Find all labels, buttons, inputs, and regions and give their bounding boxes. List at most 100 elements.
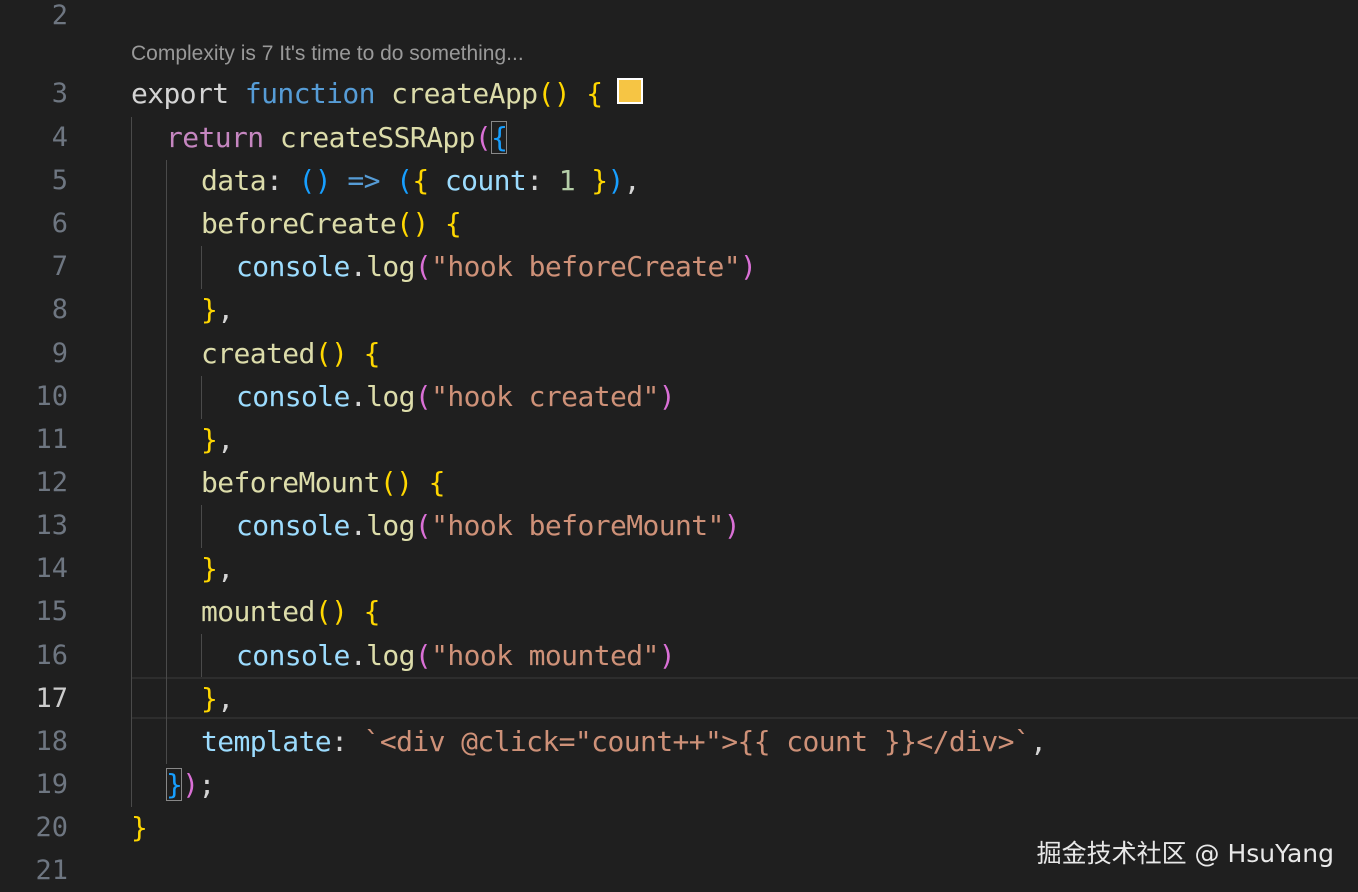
code-line[interactable]: 19 }); xyxy=(0,763,1358,806)
string-literal: "hook mounted" xyxy=(431,639,659,672)
code-line[interactable]: 4 return createSSRApp({ xyxy=(0,116,1358,159)
line-number: 6 xyxy=(51,208,68,239)
method-name: log xyxy=(366,509,415,542)
line-number-active: 17 xyxy=(35,683,68,714)
function-name: createSSRApp xyxy=(279,121,476,154)
template-string: `<div @click="count++">{{ count }}</div>… xyxy=(363,725,1031,758)
color-swatch-decorator[interactable] xyxy=(616,78,643,104)
code-text: }); xyxy=(166,763,215,806)
code-line[interactable]: 13 console.log("hook beforeMount") xyxy=(0,504,1358,547)
comma: , xyxy=(217,423,234,456)
code-text: created() { xyxy=(201,332,380,375)
number-literal: 1 xyxy=(558,164,576,197)
function-name: createApp xyxy=(391,77,538,110)
comma: , xyxy=(623,164,641,197)
code-line[interactable]: 7 console.log("hook beforeCreate") xyxy=(0,245,1358,288)
property-name: count xyxy=(444,164,527,197)
method-name: log xyxy=(366,639,415,672)
code-text: beforeCreate() { xyxy=(201,202,462,245)
code-line[interactable]: 11 }, xyxy=(0,418,1358,461)
code-text: template: `<div @click="count++">{{ coun… xyxy=(201,720,1047,763)
string-literal: "hook beforeCreate" xyxy=(431,250,741,283)
code-line[interactable]: 16 console.log("hook mounted") xyxy=(0,634,1358,677)
line-number: 20 xyxy=(35,812,68,843)
brace: } xyxy=(591,164,608,197)
comma: , xyxy=(217,682,234,715)
paren: ) xyxy=(740,250,757,283)
brace: } xyxy=(131,811,148,844)
line-number: 14 xyxy=(35,553,68,584)
colon: : xyxy=(526,164,559,197)
dot: . xyxy=(349,639,367,672)
property-name: data xyxy=(201,164,267,197)
paren: () xyxy=(298,164,332,197)
method-name: log xyxy=(366,380,415,413)
line-number: 9 xyxy=(51,338,68,369)
brace: { xyxy=(363,337,381,370)
comma: , xyxy=(1030,725,1047,758)
code-line[interactable]: 5 data: () => ({ count: 1 }), xyxy=(0,159,1358,202)
paren: ) xyxy=(607,164,625,197)
property-name: template xyxy=(201,725,332,758)
code-line[interactable]: 8 }, xyxy=(0,288,1358,331)
method-name: mounted xyxy=(201,595,315,628)
line-number: 21 xyxy=(35,855,68,886)
code-text: export function createApp() { xyxy=(131,72,643,115)
paren: ) xyxy=(658,380,676,413)
line-number: 11 xyxy=(35,424,68,455)
code-text: } xyxy=(131,806,148,849)
brace: } xyxy=(201,682,218,715)
line-number: 16 xyxy=(35,640,68,671)
code-line[interactable]: 6 beforeCreate() { xyxy=(0,202,1358,245)
brace: { xyxy=(412,164,429,197)
identifier: console xyxy=(236,250,350,283)
brace: } xyxy=(201,423,218,456)
code-line[interactable]: 15 mounted() { xyxy=(0,590,1358,633)
paren: () xyxy=(396,207,429,240)
paren: ) xyxy=(723,509,741,542)
paren: () xyxy=(537,77,570,110)
code-text: }, xyxy=(201,418,234,461)
code-editor[interactable]: Complexity is 7 It's time to do somethin… xyxy=(0,0,1358,892)
keyword-function: function xyxy=(244,77,376,110)
code-line-active[interactable]: 17 }, xyxy=(0,677,1358,720)
line-number: 15 xyxy=(35,596,68,627)
brace: { xyxy=(363,595,381,628)
paren: ( xyxy=(414,509,432,542)
code-text: console.log("hook mounted") xyxy=(236,634,676,677)
code-text: return createSSRApp({ xyxy=(166,116,508,159)
code-text: }, xyxy=(201,677,234,720)
keyword-return: return xyxy=(166,121,264,154)
method-name: beforeCreate xyxy=(201,207,397,240)
code-line[interactable]: 9 created() { xyxy=(0,332,1358,375)
codelens-complexity-hint[interactable]: Complexity is 7 It's time to do somethin… xyxy=(131,42,524,66)
code-text: beforeMount() { xyxy=(201,461,446,504)
code-text: console.log("hook beforeMount") xyxy=(236,504,741,547)
paren: ( xyxy=(414,639,432,672)
matched-bracket: } xyxy=(166,768,183,801)
comma: , xyxy=(217,293,234,326)
string-literal: "hook created" xyxy=(431,380,659,413)
brace: { xyxy=(444,207,462,240)
code-line[interactable]: 3 export function createApp() { xyxy=(0,72,1358,115)
code-line[interactable]: 2 xyxy=(0,0,1358,37)
paren: ) xyxy=(658,639,676,672)
arrow-operator: => xyxy=(347,164,380,197)
dot: . xyxy=(349,509,367,542)
code-line[interactable]: 18 template: `<div @click="count++">{{ c… xyxy=(0,720,1358,763)
comma: , xyxy=(217,552,234,585)
code-line[interactable]: 12 beforeMount() { xyxy=(0,461,1358,504)
code-line[interactable]: 10 console.log("hook created") xyxy=(0,375,1358,418)
brace: { xyxy=(428,466,446,499)
code-text: }, xyxy=(201,288,234,331)
code-line[interactable]: 14 }, xyxy=(0,547,1358,590)
paren: () xyxy=(314,595,348,628)
